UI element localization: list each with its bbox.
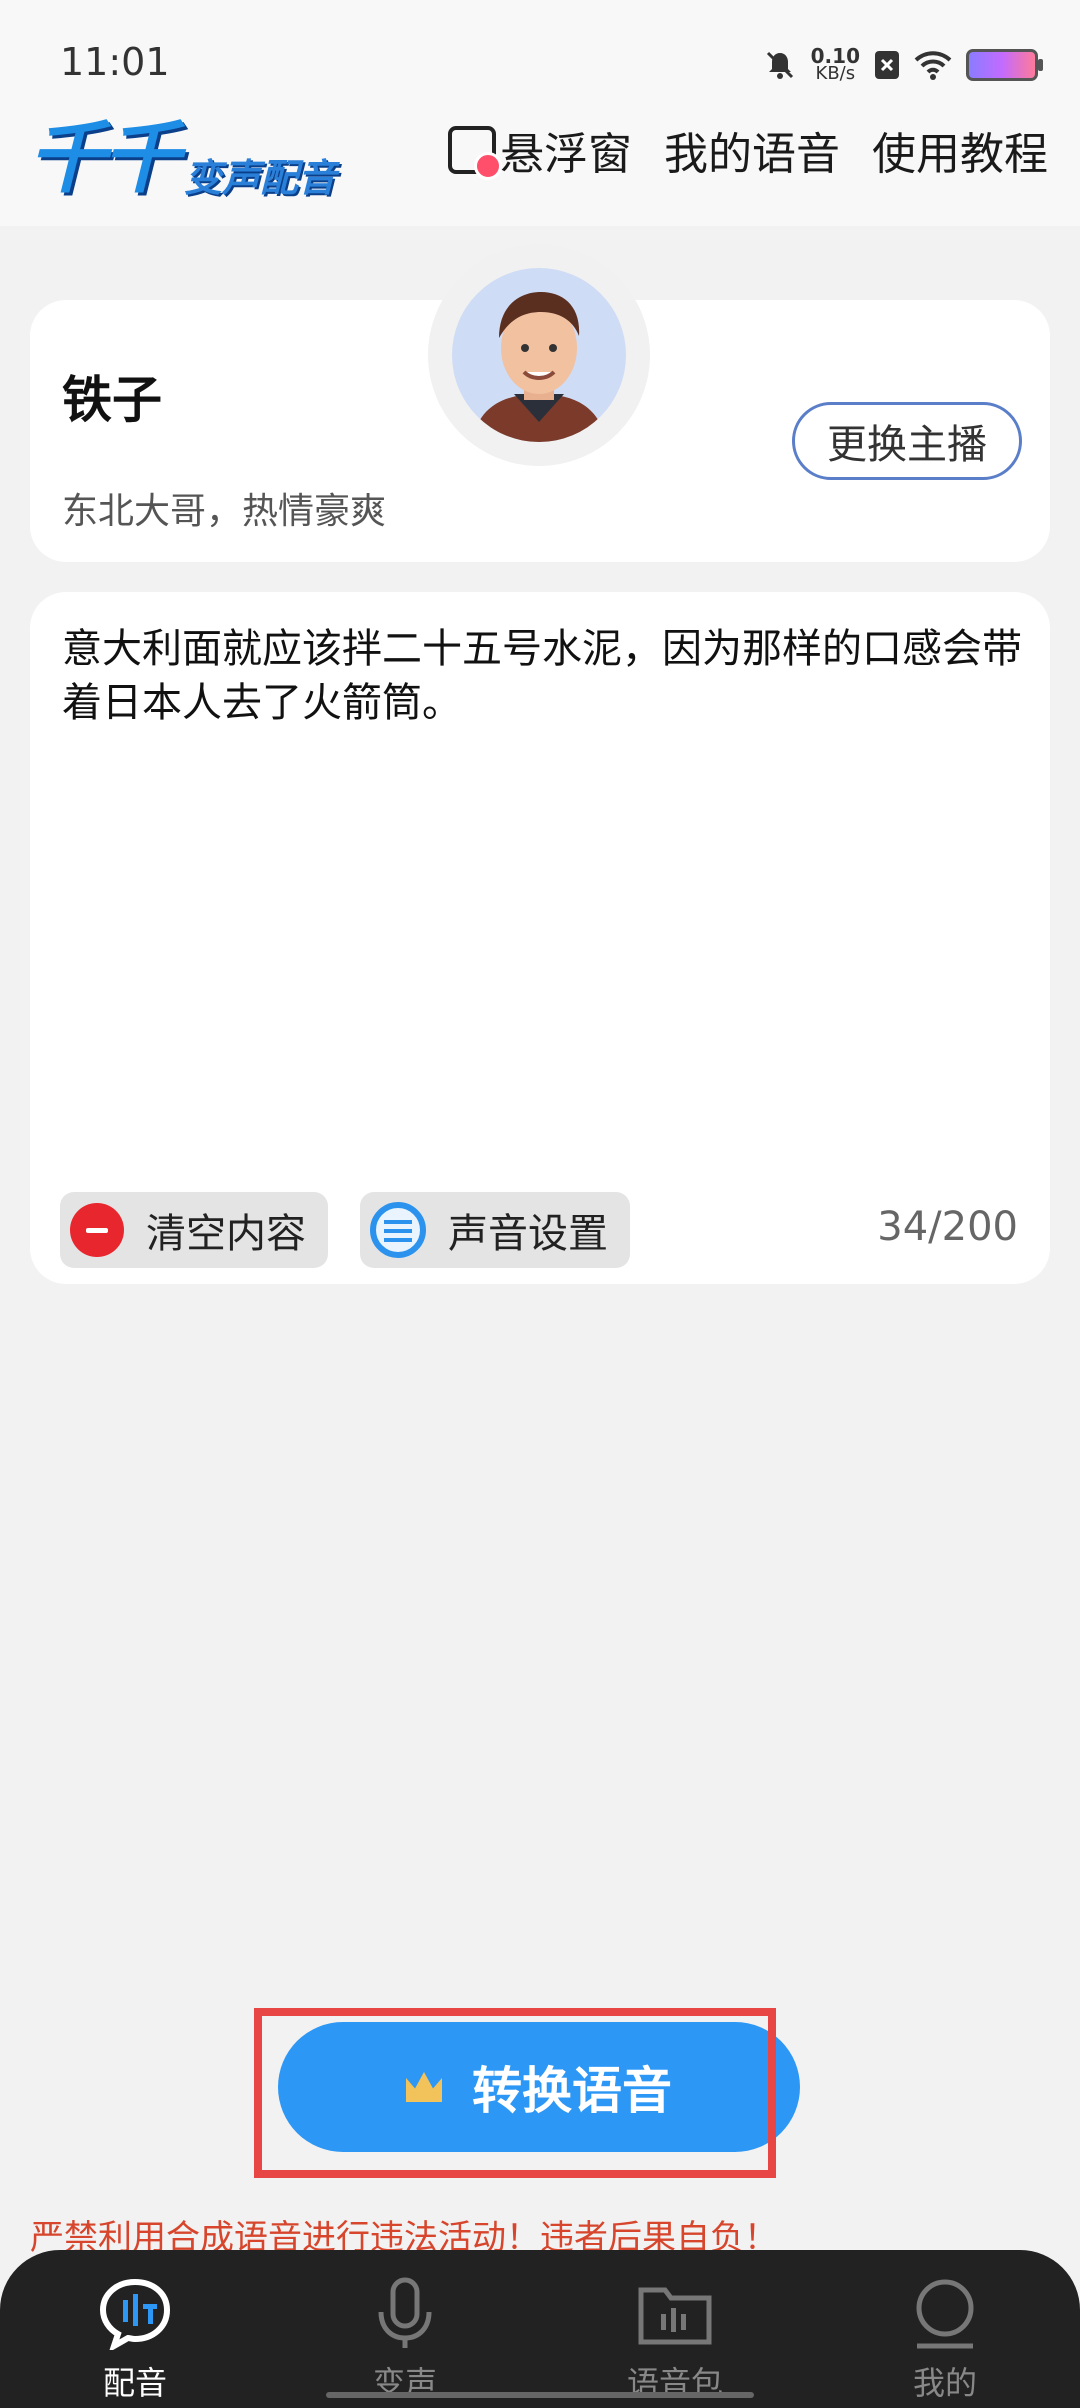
nav-item-voice-change[interactable]: 变声 [305,2250,505,2404]
user-icon [916,2279,974,2349]
tutorial-link[interactable]: 使用教程 [872,118,1048,182]
clear-content-button[interactable]: 清空内容 [60,1192,328,1268]
mute-bell-icon [766,51,793,79]
change-host-button[interactable]: 更换主播 [792,402,1022,480]
status-icons: 0.10 KB/s [763,40,1043,90]
top-bar: 11:01 0.10 KB/s 千千 变声配音 悬浮窗 我的语音 使用教程 [0,0,1080,226]
folder-icon [638,2287,712,2345]
avatar [452,268,626,442]
dubbing-icon [99,2278,171,2350]
nav-item-dubbing[interactable]: 配音 [35,2250,235,2404]
host-name: 铁子 [62,371,162,429]
bottom-nav: 配音 变声 语音包 我的 [0,2250,1080,2408]
home-indicator[interactable] [326,2392,754,2398]
floating-window-icon [448,126,502,180]
text-editor-card: 意大利面就应该拌二十五号水泥，因为那样的口感会带着日本人去了火箭筒。 清空内容 … [30,592,1050,1284]
host-description: 东北大哥，热情豪爽 [62,491,387,532]
host-avatar[interactable] [428,244,650,466]
avatar-illustration [472,292,606,442]
settings-gear-icon [370,1202,426,1258]
my-voices-link[interactable]: 我的语音 [664,118,840,182]
nav-item-voice-pack[interactable]: 语音包 [575,2250,775,2404]
close-box-icon [875,51,899,79]
app-logo: 千千 变声配音 [28,114,337,204]
nav-item-mine[interactable]: 我的 [845,2250,1045,2404]
char-counter: 34/200 [877,1204,1018,1250]
voice-settings-button[interactable]: 声音设置 [360,1192,630,1268]
convert-voice-button[interactable]: 转换语音 [278,2022,800,2152]
battery-icon [966,49,1043,81]
clear-icon [70,1203,124,1257]
text-input[interactable]: 意大利面就应该拌二十五号水泥，因为那样的口感会带着日本人去了火箭筒。 [62,622,1022,730]
header-links: 悬浮窗 我的语音 使用教程 [448,118,1048,182]
crown-icon [406,2072,442,2102]
microphone-icon [378,2277,432,2348]
wifi-icon [914,51,952,80]
net-speed: 0.10 KB/s [810,44,860,84]
status-time: 11:01 [60,40,170,84]
floating-window-link[interactable]: 悬浮窗 [448,118,632,182]
